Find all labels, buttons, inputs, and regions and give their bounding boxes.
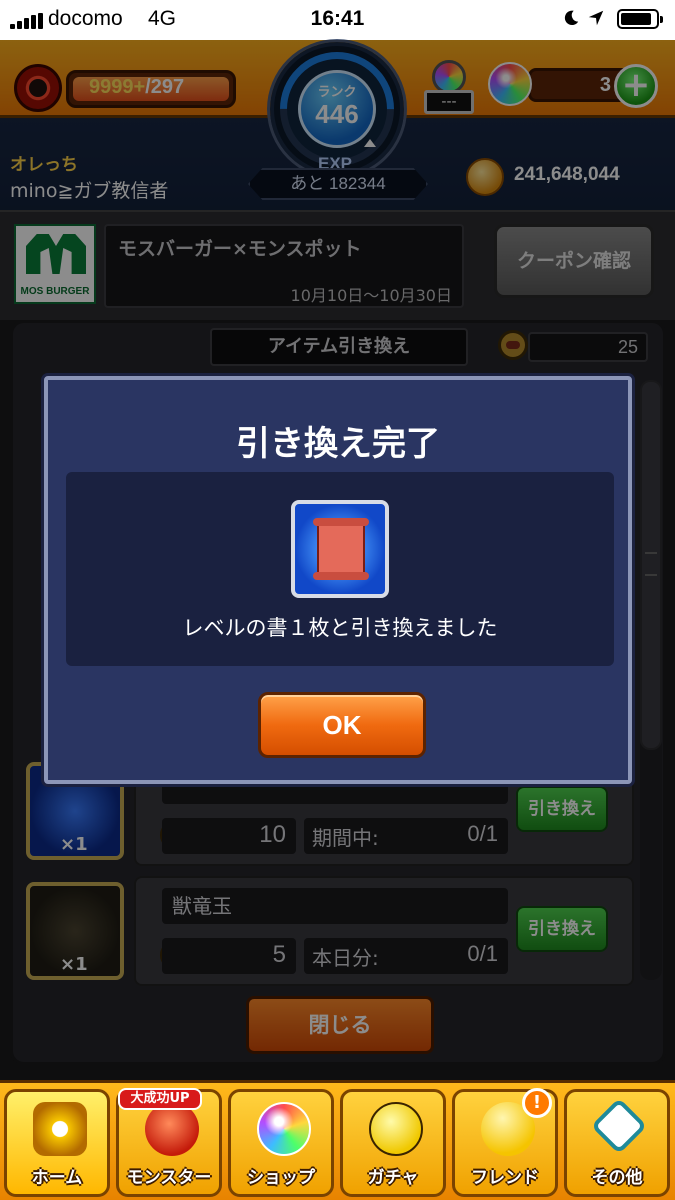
tab-label: ショップ <box>247 1168 315 1188</box>
dialog-message: レベルの書１枚と引き換えました <box>182 616 498 640</box>
tab-label: その他 <box>591 1168 643 1188</box>
gacha-egg-icon <box>369 1102 423 1156</box>
tab-gacha[interactable]: ガチャ <box>340 1089 446 1197</box>
tab-shop[interactable]: ショップ <box>228 1089 334 1197</box>
home-icon <box>33 1102 87 1156</box>
scroll-icon <box>313 518 369 580</box>
tab-other[interactable]: その他 <box>564 1089 670 1197</box>
tab-label: フレンド <box>471 1168 539 1188</box>
friend-alert-badge: ! <box>522 1088 552 1118</box>
tab-label: ガチャ <box>367 1168 419 1188</box>
battery-icon <box>617 9 663 29</box>
other-icon <box>590 1097 648 1155</box>
tab-label: モンスター <box>126 1168 212 1188</box>
location-arrow-icon <box>588 10 604 26</box>
great-success-badge: 大成功UP <box>118 1088 202 1110</box>
tab-home[interactable]: ホーム <box>4 1089 110 1197</box>
moon-icon <box>564 10 579 26</box>
ok-button-label: OK <box>322 710 362 740</box>
level-book-icon <box>291 500 389 598</box>
dialog-content: レベルの書１枚と引き換えました <box>66 472 614 666</box>
exchange-complete-dialog: 引き換え完了 レベルの書１枚と引き換えました OK <box>44 376 632 784</box>
tab-label: ホーム <box>31 1168 83 1188</box>
monster-icon <box>145 1102 199 1156</box>
ok-button[interactable]: OK <box>258 692 426 758</box>
dialog-title: 引き換え完了 <box>236 424 440 464</box>
status-bar: docomo 4G 16:41 <box>0 0 675 40</box>
shop-orb-icon <box>257 1102 311 1156</box>
bottom-navigation: ホーム モンスター ショップ ガチャ フレンド その他 <box>0 1080 675 1200</box>
